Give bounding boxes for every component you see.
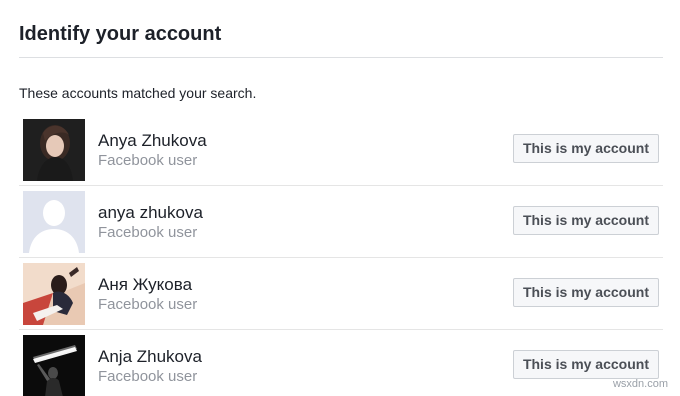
profile-photo-icon [23,119,85,181]
account-subtitle: Facebook user [98,152,198,169]
account-name: Аня Жукова [98,275,193,294]
this-is-my-account-button[interactable]: This is my account [512,350,659,379]
identify-account-page: Identify your account These accounts mat… [0,0,680,396]
account-name: anya zhukova [98,203,203,222]
this-is-my-account-button[interactable]: This is my account [512,206,659,235]
avatar [23,191,85,253]
account-row: Аня Жукова Facebook user This is my acco… [19,258,663,330]
avatar [23,335,85,396]
account-subtitle: Facebook user [98,224,198,241]
intro-text: These accounts matched your search. [19,85,257,101]
default-profile-silhouette-icon [23,191,85,253]
this-is-my-account-button[interactable]: This is my account [512,278,659,307]
account-row: Anja Zhukova Facebook user This is my ac… [19,330,663,396]
watermark: wsxdn.com [612,378,668,390]
account-name: Anja Zhukova [98,347,202,366]
this-is-my-account-button[interactable]: This is my account [512,134,659,163]
avatar [23,119,85,181]
account-row: anya zhukova Facebook user This is my ac… [19,186,663,258]
profile-photo-icon [23,263,85,325]
profile-photo-icon [23,335,85,396]
account-subtitle: Facebook user [98,368,198,385]
header: Identify your account [19,0,663,58]
page-title: Identify your account [19,23,222,45]
account-subtitle: Facebook user [98,296,198,313]
avatar [23,263,85,325]
account-list: Anya Zhukova Facebook user This is my ac… [19,114,663,396]
account-name: Anya Zhukova [98,131,207,150]
account-row: Anya Zhukova Facebook user This is my ac… [19,114,663,186]
